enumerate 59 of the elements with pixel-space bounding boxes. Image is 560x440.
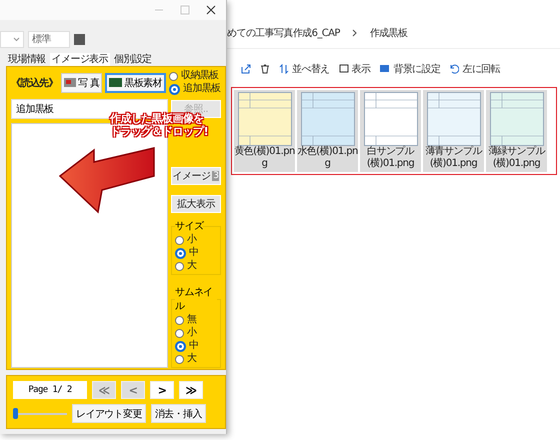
toolbar-label: 並べ替え <box>292 62 330 76</box>
source-button[interactable]: 黒板素材 <box>105 72 166 92</box>
color-swatch[interactable] <box>74 34 85 44</box>
radio-option[interactable]: 中 <box>175 247 217 259</box>
toolbar-button[interactable]: 表示 <box>338 62 370 76</box>
page-button[interactable]: ≫ <box>179 381 203 399</box>
file-name: 黄色(横)01.png <box>234 146 295 170</box>
file-name: 水色(横)01.png <box>297 146 358 170</box>
radio-option[interactable]: 追加黒板 <box>169 83 221 95</box>
file-item[interactable]: 薄青サンプル(横)01.png <box>423 90 484 172</box>
action-button[interactable]: レイアウト変更 <box>72 404 146 423</box>
file-item[interactable]: 薄緑サンプル(横)01.png <box>486 90 547 172</box>
chevron-icon <box>352 29 358 37</box>
file-item[interactable]: 水色(横)01.png <box>297 90 358 172</box>
breadcrumb-item[interactable]: 作成黒板 <box>370 26 408 40</box>
tab[interactable]: 現場情報 <box>6 53 48 66</box>
style-dropdown[interactable]: 標準 <box>28 30 70 48</box>
radio-option[interactable]: 収納黒板 <box>169 70 221 82</box>
toolbar-button[interactable]: 左に回転 <box>449 62 500 76</box>
file-item[interactable]: 白サンプル(横)01.png <box>360 90 421 172</box>
toolbar-label: 背景に設定 <box>393 62 440 76</box>
toolbar-button[interactable]: 背景に設定 <box>379 62 440 76</box>
group-title: サムネイル <box>175 286 214 313</box>
monitor-icon <box>379 64 390 74</box>
radio-option[interactable]: 小 <box>175 234 217 246</box>
photo-icon <box>64 78 76 87</box>
close-icon[interactable] <box>206 5 216 15</box>
radio-option[interactable]: 大 <box>175 353 217 365</box>
action-button[interactable]: 消去・挿入 <box>150 404 206 423</box>
toolbar-label: 表示 <box>352 62 370 76</box>
count-badge: 3 <box>212 171 220 181</box>
share-icon[interactable] <box>241 64 251 74</box>
file-item[interactable]: 黄色(横)01.png <box>234 90 295 172</box>
radio-option[interactable]: 大 <box>175 260 217 272</box>
source-label: 《読込先》 <box>11 76 58 90</box>
trash-icon[interactable] <box>260 64 270 74</box>
square-icon <box>338 64 349 74</box>
blackboard-icon <box>109 78 122 87</box>
rotate-icon <box>449 64 460 74</box>
toolbar-button[interactable]: 並べ替え <box>279 62 330 76</box>
tab[interactable]: 個別設定 <box>112 53 154 66</box>
radio-option[interactable]: 小 <box>175 327 217 339</box>
toolbar-label: 左に回転 <box>462 63 500 76</box>
breadcrumb-item[interactable]: めての工事写真作成6_CAP <box>227 26 340 40</box>
radio-option[interactable]: 中 <box>175 340 217 352</box>
sort-arrows-icon <box>279 64 289 74</box>
file-name: 薄緑サンプル(横)01.png <box>487 146 546 170</box>
file-name: 薄青サンプル(横)01.png <box>424 146 484 170</box>
source-button[interactable]: 写 真 <box>61 72 102 92</box>
page-button[interactable]: > <box>150 381 174 399</box>
tab[interactable]: イメージ表示 <box>50 53 110 66</box>
image-button[interactable]: イメージ 3 <box>171 167 221 185</box>
radio-option[interactable]: 無 <box>175 314 217 326</box>
chevron-icon <box>13 36 20 42</box>
slider-thumb[interactable] <box>13 408 18 419</box>
page-field: Page 1/ 2 <box>13 381 87 399</box>
zoom-button[interactable]: 拡大表示 <box>171 195 221 213</box>
group-title: サイズ <box>175 220 204 233</box>
file-name: 白サンプル(横)01.png <box>366 146 416 170</box>
